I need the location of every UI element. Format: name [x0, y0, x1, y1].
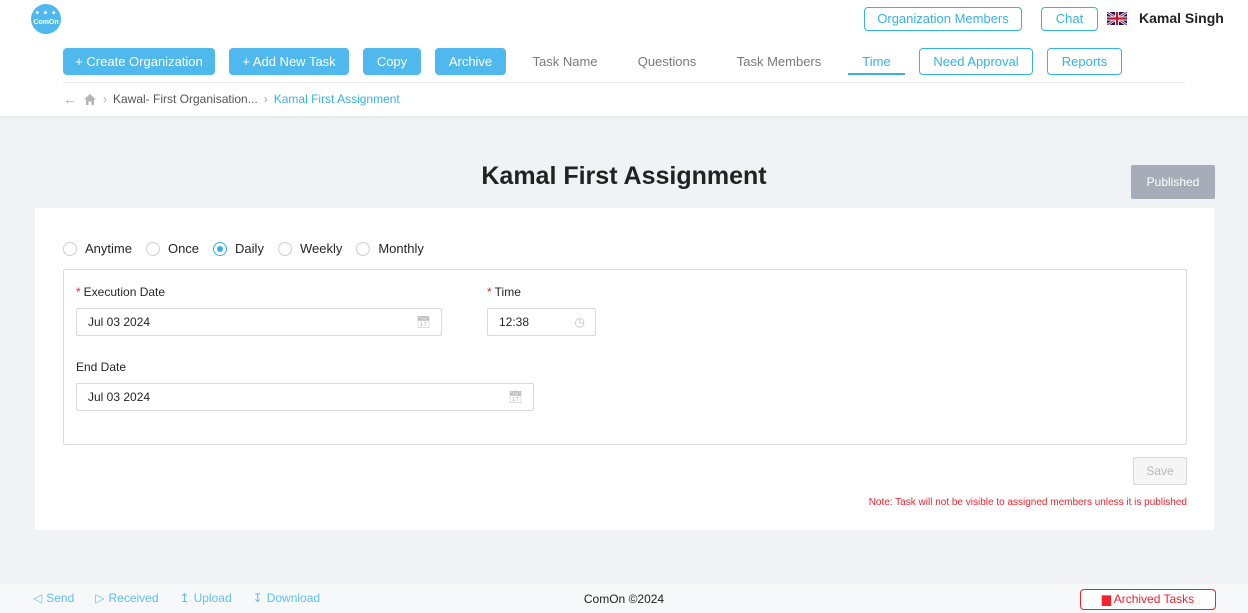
- top-bar: • • • ComOn Organization Members Chat Ka…: [0, 0, 1248, 116]
- radio-weekly[interactable]: Weekly: [277, 241, 342, 256]
- schedule-form: * Execution Date Jul 03 2024 📅︎ * Time 12:…: [63, 269, 1187, 445]
- breadcrumb-current: Kamal First Assignment: [273, 92, 400, 106]
- user-menu[interactable]: Kamal Singh: [1107, 8, 1224, 28]
- time-picker[interactable]: 12:38 ◷: [487, 308, 596, 336]
- radio-circle-icon: [356, 241, 371, 256]
- schedule-card: Anytime Once Daily Weekly Monthly * Execu…: [35, 208, 1214, 530]
- end-date-picker[interactable]: Jul 03 2024 📅︎: [76, 383, 534, 411]
- add-new-task-button[interactable]: + Add New Task: [229, 48, 349, 75]
- toolbar-divider: [63, 82, 1185, 83]
- radio-anytime[interactable]: Anytime: [63, 241, 132, 256]
- organization-members-button[interactable]: Organization Members: [864, 7, 1022, 31]
- publish-note: Note: Task will not be visible to assign…: [868, 497, 1187, 508]
- logo-dots-icon: • • •: [35, 8, 57, 19]
- footer: ◁ Send ▷ Received ↥ Upload ↧ Download ComOn …: [0, 583, 1248, 613]
- tab-task-name[interactable]: Task Name: [527, 48, 603, 75]
- execution-date-picker[interactable]: Jul 03 2024 📅︎: [76, 308, 442, 336]
- reports-button[interactable]: Reports: [1047, 48, 1122, 75]
- breadcrumb-organization[interactable]: Kawal- First Organisation...: [113, 92, 258, 106]
- user-name: Kamal Singh: [1139, 10, 1224, 26]
- archive-button[interactable]: Archive: [435, 48, 506, 75]
- archive-box-icon: ▆: [1101, 592, 1112, 606]
- radio-circle-icon: [63, 241, 77, 256]
- radio-circle-icon: [145, 241, 160, 256]
- execution-date-label: * Execution Date: [76, 285, 166, 299]
- back-arrow-icon[interactable]: ←: [63, 91, 77, 107]
- end-date-label: End Date: [76, 360, 127, 374]
- breadcrumb-separator-icon: ›: [103, 92, 107, 106]
- calendar-icon: 📅︎: [507, 390, 523, 404]
- radio-circle-icon: [277, 241, 292, 256]
- radio-once[interactable]: Once: [145, 241, 199, 256]
- create-organization-button[interactable]: + Create Organization: [63, 48, 215, 75]
- frequency-radio-group: Anytime Once Daily Weekly Monthly: [63, 241, 438, 256]
- calendar-icon: 📅︎: [415, 315, 431, 329]
- clock-icon: ◷: [574, 315, 585, 329]
- breadcrumb-separator-icon: ›: [263, 92, 268, 106]
- archived-tasks-button[interactable]: ▆ Archived Tasks: [1080, 589, 1216, 610]
- uk-flag-icon: [1107, 11, 1127, 25]
- time-label: * Time: [487, 285, 521, 299]
- tab-time[interactable]: Time: [848, 48, 905, 75]
- radio-daily[interactable]: Daily: [213, 241, 264, 256]
- comon-logo[interactable]: • • • ComOn: [31, 4, 61, 34]
- published-status-button[interactable]: Published: [1131, 165, 1215, 199]
- copyright: ComOn ©2024: [583, 592, 665, 606]
- chat-button[interactable]: Chat: [1041, 7, 1098, 31]
- radio-monthly[interactable]: Monthly: [356, 241, 424, 256]
- breadcrumb: ← › Kawal- First Organisation... › Kamal…: [63, 90, 400, 108]
- radio-selected-icon: [213, 241, 228, 256]
- need-approval-button[interactable]: Need Approval: [919, 48, 1033, 75]
- save-button[interactable]: Save: [1133, 457, 1187, 485]
- home-icon[interactable]: [83, 93, 97, 106]
- tab-task-members[interactable]: Task Members: [730, 48, 828, 75]
- page-title: Kamal First Assignment: [481, 162, 767, 190]
- copy-button[interactable]: Copy: [363, 48, 421, 75]
- tab-questions[interactable]: Questions: [630, 48, 704, 75]
